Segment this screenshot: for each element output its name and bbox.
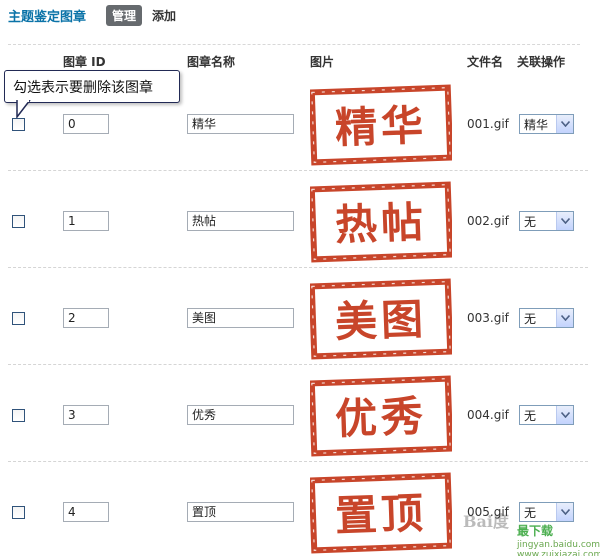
stamp-text: 美图 [334,294,428,346]
column-header-image: 图片 [310,55,335,69]
relation-select[interactable]: 无 [519,405,574,425]
stamp-image: 精华 [310,84,452,166]
page-title: 主题鉴定图章 [8,9,87,25]
table-row: 1 热帖 热帖 002.gif 无 [0,171,600,268]
column-header-id: 图章 ID [63,55,106,69]
watermark-url: jingyan.baidu.com www.zuixiazai.com [517,540,600,556]
relation-select-value: 无 [524,311,537,326]
stamp-image: 热帖 [310,181,452,263]
stamp-id-input[interactable]: 3 [63,405,109,425]
stamp-text: 优秀 [334,391,428,443]
stamp-text: 热帖 [334,197,428,249]
stamp-name-input[interactable]: 置顶 [187,502,294,522]
stamp-image: 美图 [310,278,452,360]
delete-checkbox[interactable] [12,409,25,422]
stamp-image: 优秀 [310,375,452,457]
stamp-image: 置顶 [310,472,452,554]
baidu-logo: Bai度 [463,512,509,531]
stamp-name-input[interactable]: 精华 [187,114,294,134]
stamp-name-input[interactable]: 热帖 [187,211,294,231]
stamp-name-input[interactable]: 美图 [187,308,294,328]
stamp-filename: 003.gif [467,311,509,325]
relation-select-value: 精华 [524,117,549,132]
watermark-site: 最下载 [517,524,554,538]
header-divider [8,44,580,45]
relation-select[interactable]: 精华 [519,114,574,134]
relation-select[interactable]: 无 [519,308,574,328]
stamp-id-input[interactable]: 2 [63,308,109,328]
stamp-filename: 002.gif [467,214,509,228]
chevron-down-icon[interactable] [556,406,573,424]
delete-hint-tooltip: 勾选表示要删除该图章 [4,70,180,103]
column-header-relation: 关联操作 [517,55,566,69]
tab-manage[interactable]: 管理 [106,4,143,26]
table-row: 3 优秀 优秀 004.gif 无 [0,365,600,462]
stamp-id-input[interactable]: 0 [63,114,109,134]
stamp-filename: 001.gif [467,117,509,131]
delete-checkbox[interactable] [12,215,25,228]
relation-select-value: 无 [524,408,537,423]
stamp-id-input[interactable]: 1 [63,211,109,231]
chevron-down-icon[interactable] [556,212,573,230]
delete-checkbox[interactable] [12,312,25,325]
page-header: 主题鉴定图章 管理 添加 [8,4,176,26]
relation-select[interactable]: 无 [519,211,574,231]
chevron-down-icon[interactable] [556,309,573,327]
stamp-filename: 004.gif [467,408,509,422]
column-header-filename: 文件名 [467,55,504,69]
watermark: Bai度 最下载 jingyan.baidu.com www.zuixiazai… [455,506,600,556]
stamp-text: 置顶 [334,488,428,540]
stamp-id-input[interactable]: 4 [63,502,109,522]
tab-add[interactable]: 添加 [152,7,176,24]
chevron-down-icon[interactable] [556,115,573,133]
column-header-name: 图章名称 [187,55,236,69]
relation-select-value: 无 [524,214,537,229]
stamp-text: 精华 [334,100,428,152]
delete-checkbox[interactable] [12,506,25,519]
table-row: 2 美图 美图 003.gif 无 [0,268,600,365]
stamp-name-input[interactable]: 优秀 [187,405,294,425]
delete-checkbox[interactable] [12,118,25,131]
tooltip-pointer [16,100,31,118]
